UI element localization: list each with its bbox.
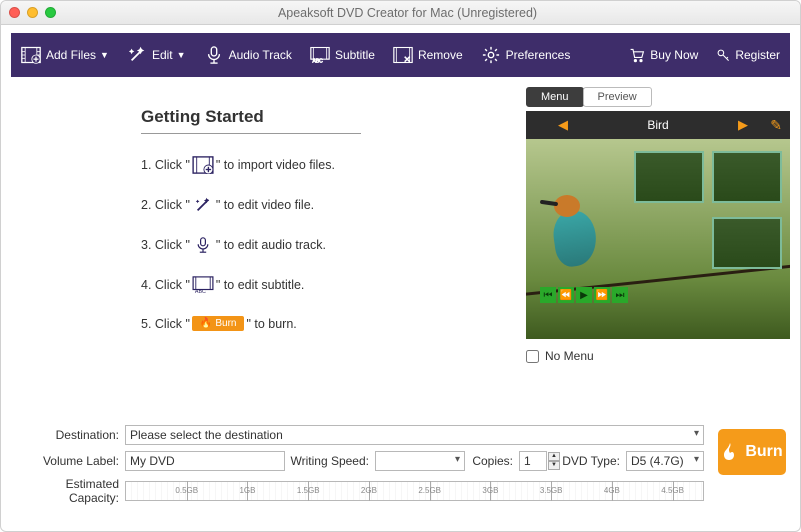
capacity-label: Estimated Capacity:: [15, 477, 125, 505]
bird-body: [550, 208, 599, 268]
menu-edit-button[interactable]: ✎: [770, 117, 782, 134]
menu-thumbnail[interactable]: [712, 151, 782, 203]
window-title: Apeaksoft DVD Creator for Mac (Unregiste…: [63, 6, 752, 20]
chevron-down-icon: ▼: [177, 50, 186, 60]
menu-title: Bird: [647, 118, 668, 132]
remove-button[interactable]: Remove: [393, 46, 463, 64]
menu-header: ◀ Bird ▶ ✎: [526, 111, 790, 139]
menu-thumbnail[interactable]: [634, 151, 704, 203]
copies-up[interactable]: ▲: [548, 452, 560, 461]
preview-panel: Menu Preview ◀ Bird ▶ ✎ ⏮ ⏪ ▶ ⏩ ⏭: [526, 87, 790, 417]
film-remove-icon: [393, 46, 413, 64]
no-menu-label: No Menu: [545, 349, 594, 363]
register-label: Register: [735, 48, 780, 62]
capacity-tick-label: 4.5GB: [661, 486, 684, 495]
no-menu-input[interactable]: [526, 350, 539, 363]
gear-icon: [481, 46, 501, 64]
subtitle-icon: ABC: [310, 46, 330, 64]
dvd-type-select[interactable]: D5 (4.7G): [626, 451, 704, 471]
content-area: Getting Started 1. Click " " to import v…: [1, 77, 800, 417]
main-toolbar: Add Files ▼ Edit ▼ Audio Track ABC Subti…: [11, 33, 790, 77]
getting-started-panel: Getting Started 1. Click " " to import v…: [11, 87, 526, 417]
titlebar: Apeaksoft DVD Creator for Mac (Unregiste…: [1, 1, 800, 25]
capacity-tick-label: 1.5GB: [297, 486, 320, 495]
subtitle-button[interactable]: ABC Subtitle: [310, 46, 375, 64]
burn-chip: 🔥 Burn: [192, 316, 245, 331]
dvd-type-label: DVD Type:: [560, 454, 626, 468]
window-minimize-button[interactable]: [27, 7, 38, 18]
microphone-icon: [192, 236, 214, 254]
tab-menu[interactable]: Menu: [526, 87, 584, 107]
buy-now-button[interactable]: Buy Now: [629, 46, 698, 64]
cart-icon: [629, 46, 645, 64]
skip-forward-icon[interactable]: ⏭: [612, 287, 628, 303]
writing-speed-select[interactable]: [375, 451, 465, 471]
no-menu-checkbox[interactable]: No Menu: [526, 349, 790, 363]
wand-icon: [127, 46, 147, 64]
step-4: 4. Click " ABC " to edit subtitle.: [141, 276, 506, 294]
menu-thumbnail[interactable]: [712, 217, 782, 269]
capacity-tick-label: 3GB: [482, 486, 498, 495]
window-close-button[interactable]: [9, 7, 20, 18]
copies-label: Copies:: [465, 454, 519, 468]
remove-label: Remove: [418, 48, 463, 62]
film-add-icon: [192, 156, 214, 174]
wand-icon: [192, 196, 214, 214]
edit-button[interactable]: Edit ▼: [127, 46, 186, 64]
svg-text:ABC: ABC: [195, 289, 206, 294]
tab-preview[interactable]: Preview: [583, 87, 652, 107]
subtitle-label: Subtitle: [335, 48, 375, 62]
audio-track-label: Audio Track: [229, 48, 292, 62]
getting-started-title: Getting Started: [141, 107, 361, 134]
forward-icon[interactable]: ⏩: [594, 287, 610, 303]
svg-text:ABC: ABC: [312, 59, 323, 65]
step-1: 1. Click " " to import video files.: [141, 156, 506, 174]
volume-label-input[interactable]: My DVD: [125, 451, 285, 471]
buy-now-label: Buy Now: [650, 48, 698, 62]
copies-stepper[interactable]: 1 ▲▼: [519, 451, 560, 471]
key-icon: [716, 46, 730, 64]
preview-tabs: Menu Preview: [526, 87, 790, 107]
volume-label-label: Volume Label:: [15, 454, 125, 468]
preferences-label: Preferences: [506, 48, 571, 62]
add-files-label: Add Files: [46, 48, 96, 62]
bird-head: [554, 195, 580, 217]
microphone-icon: [204, 46, 224, 64]
edit-label: Edit: [152, 48, 173, 62]
output-form: Destination: Please select the destinati…: [15, 425, 704, 511]
capacity-tick-label: 1GB: [239, 486, 255, 495]
step-2: 2. Click " " to edit video file.: [141, 196, 506, 214]
menu-preview-canvas: ⏮ ⏪ ▶ ⏩ ⏭: [526, 139, 790, 339]
flame-icon: [721, 442, 739, 462]
register-button[interactable]: Register: [716, 46, 780, 64]
capacity-tick-label: 2.5GB: [418, 486, 441, 495]
bottom-panel: Destination: Please select the destinati…: [1, 417, 800, 521]
capacity-tick-label: 4GB: [604, 486, 620, 495]
chevron-down-icon: ▼: [100, 50, 109, 60]
capacity-tick-label: 0.5GB: [175, 486, 198, 495]
window-zoom-button[interactable]: [45, 7, 56, 18]
add-files-button[interactable]: Add Files ▼: [21, 46, 109, 64]
capacity-tick-label: 3.5GB: [540, 486, 563, 495]
burn-button-label: Burn: [745, 443, 782, 461]
burn-button[interactable]: Burn: [718, 429, 786, 475]
playback-controls: ⏮ ⏪ ▶ ⏩ ⏭: [540, 287, 628, 303]
skip-back-icon[interactable]: ⏮: [540, 287, 556, 303]
preferences-button[interactable]: Preferences: [481, 46, 571, 64]
writing-speed-label: Writing Speed:: [285, 454, 375, 468]
destination-select[interactable]: Please select the destination: [125, 425, 704, 445]
capacity-tick-label: 2GB: [361, 486, 377, 495]
step-5: 5. Click " 🔥 Burn " to burn.: [141, 316, 506, 331]
audio-track-button[interactable]: Audio Track: [204, 46, 292, 64]
menu-prev-button[interactable]: ◀: [558, 117, 568, 133]
subtitle-icon: ABC: [192, 276, 214, 294]
step-3: 3. Click " " to edit audio track.: [141, 236, 506, 254]
film-add-icon: [21, 46, 41, 64]
destination-label: Destination:: [15, 428, 125, 442]
rewind-icon[interactable]: ⏪: [558, 287, 574, 303]
copies-down[interactable]: ▼: [548, 461, 560, 470]
menu-next-button[interactable]: ▶: [738, 117, 748, 133]
play-icon[interactable]: ▶: [576, 287, 592, 303]
capacity-gauge: 0.5GB 1GB 1.5GB 2GB 2.5GB 3GB 3.5GB 4GB 4.5GB: [125, 481, 704, 501]
